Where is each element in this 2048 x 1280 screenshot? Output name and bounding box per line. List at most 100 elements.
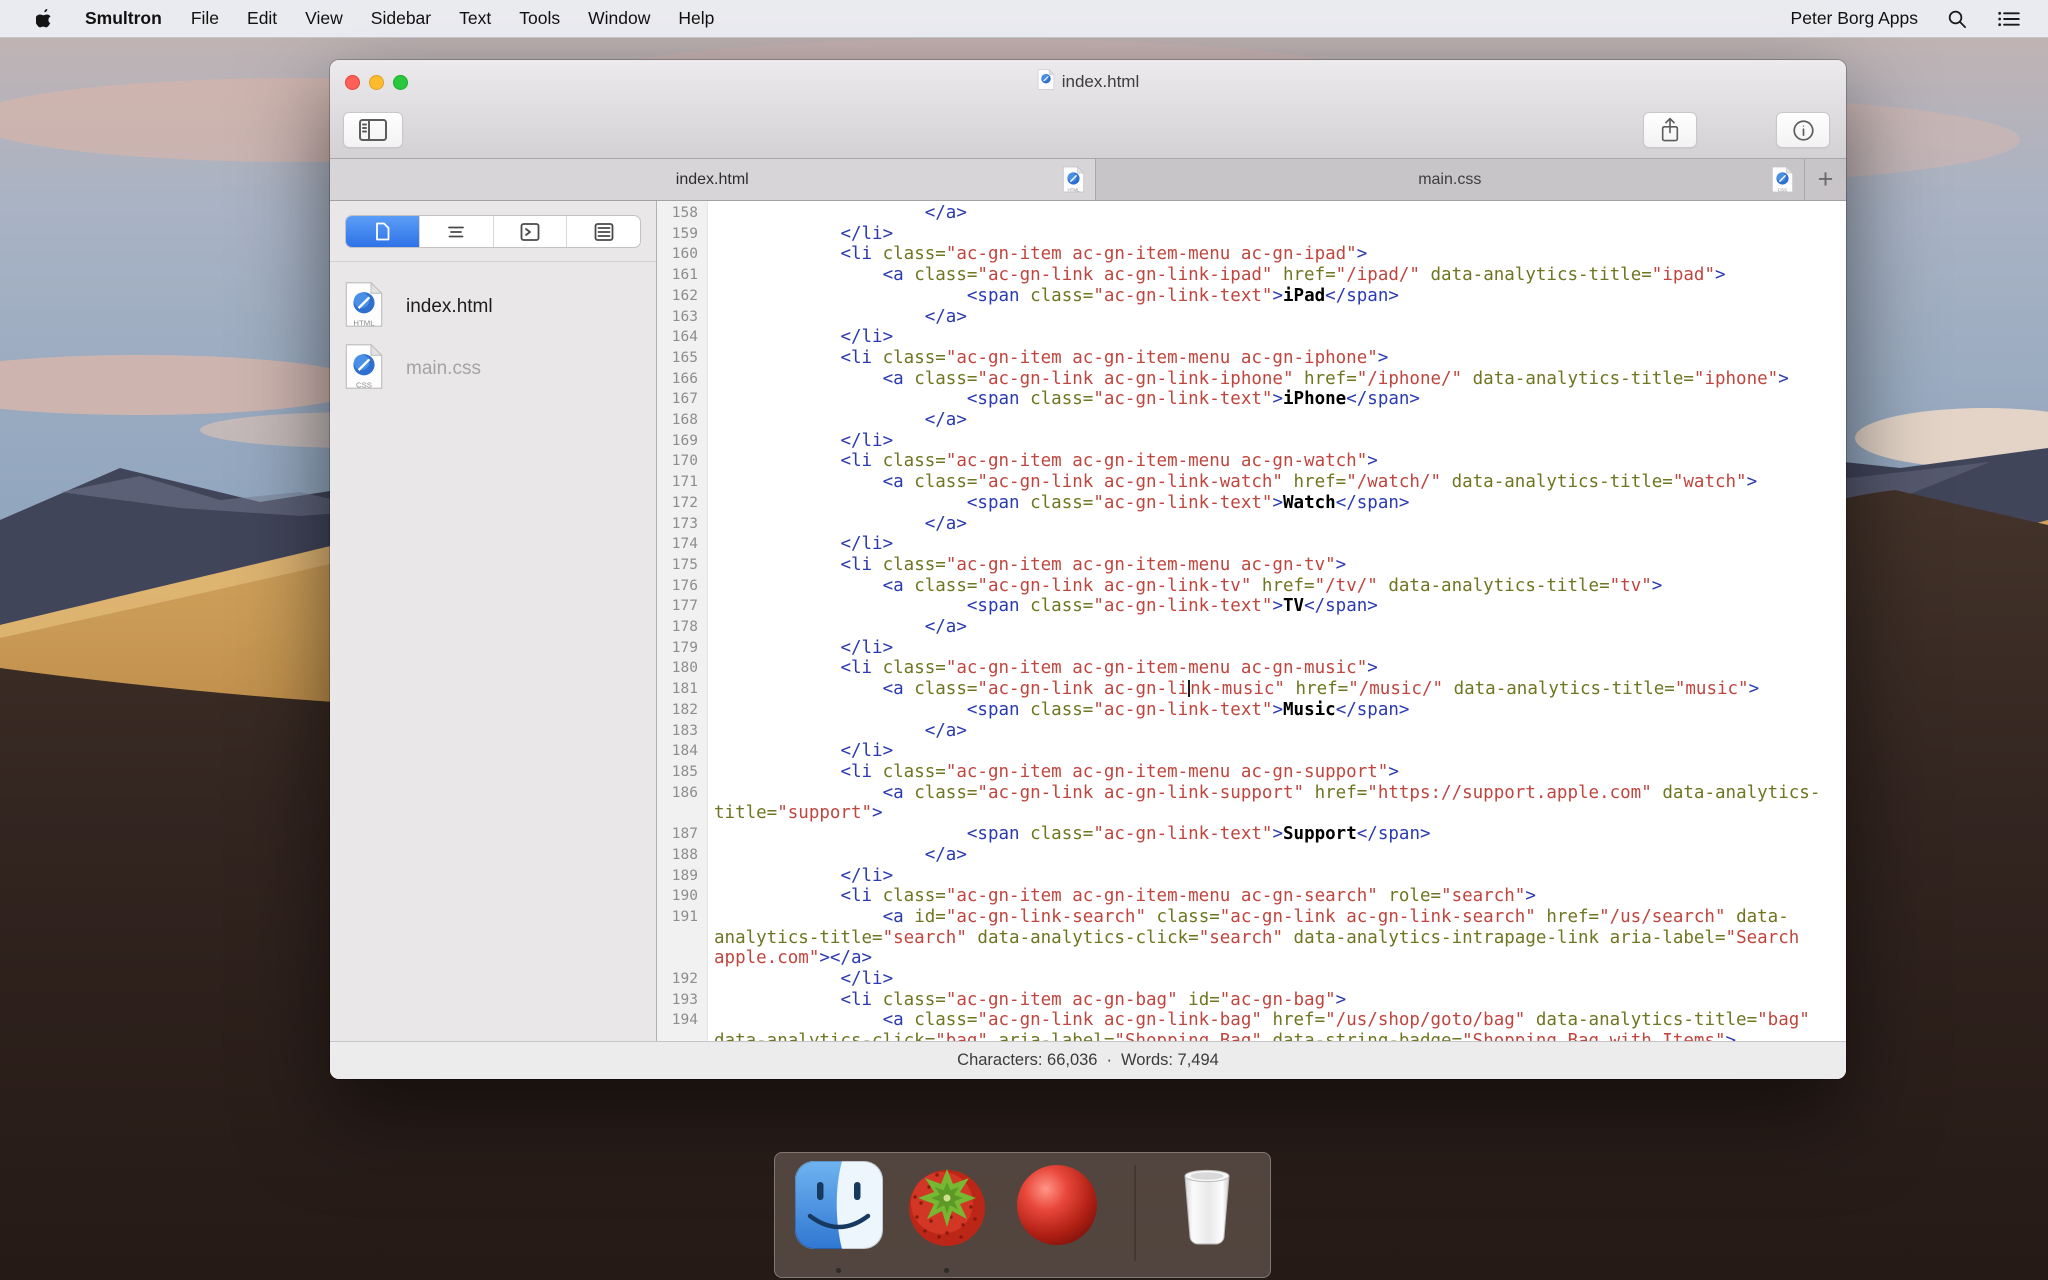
sidebar-mode-text-lines-icon[interactable]: [420, 216, 494, 247]
menu-item-sidebar[interactable]: Sidebar: [357, 0, 445, 37]
sidebar-mode-switcher: [345, 215, 641, 248]
line-number: 165: [671, 349, 698, 366]
code-line: 185 <li class="ac-gn-item ac-gn-item-men…: [657, 762, 1846, 783]
code-line: 164 </li>: [657, 327, 1846, 348]
code-segment: <a: [882, 906, 904, 927]
red-ball-dock-icon[interactable]: [1013, 1161, 1101, 1249]
code-segment: <li: [840, 658, 873, 679]
zoom-button[interactable]: [393, 75, 408, 90]
code-segment: "iphone": [1693, 368, 1779, 389]
code-line: 177 <span class="ac-gn-link-text">TV</sp…: [657, 596, 1846, 617]
code-segment: <a: [882, 368, 904, 389]
code-text: </li>: [714, 638, 1824, 659]
menu-item-edit[interactable]: Edit: [233, 0, 291, 37]
code-segment: >: [1726, 1031, 1737, 1041]
code-segment: <span: [966, 824, 1020, 845]
code-segment: "search": [1198, 927, 1283, 948]
sidebar-mode-commands-icon[interactable]: [494, 216, 568, 247]
code-segment: >: [1748, 679, 1760, 700]
menu-item-view[interactable]: View: [291, 0, 357, 37]
code-segment: "ac-gn-link ac-gn-link-ipad": [977, 265, 1273, 286]
code-segment: >: [1651, 575, 1663, 596]
code-text: <span class="ac-gn-link-text">iPad</span…: [714, 286, 1824, 307]
tab-main-css[interactable]: main.css CSS: [1094, 159, 1805, 200]
tab-index-html[interactable]: index.html HTML: [330, 159, 1095, 200]
line-number: 186: [671, 784, 698, 801]
code-line: 165 <li class="ac-gn-item ac-gn-item-men…: [657, 348, 1846, 369]
strawberry-smultron-dock-icon[interactable]: [903, 1161, 991, 1249]
code-segment: class=: [1030, 699, 1094, 720]
code-segment: class=: [882, 761, 946, 782]
code-editor[interactable]: 158 </a> 159 </li> 160 <li class="ac-gn-it…: [657, 201, 1846, 1041]
trash-dock-icon[interactable]: [1163, 1161, 1251, 1249]
document-proxy-icon[interactable]: [1037, 69, 1055, 95]
code-text: </li>: [714, 431, 1824, 452]
menu-item-window[interactable]: Window: [574, 0, 664, 37]
list-icon[interactable]: [1996, 8, 2022, 30]
window-title-group: index.html: [1037, 69, 1139, 95]
code-line: 170 <li class="ac-gn-item ac-gn-item-men…: [657, 451, 1846, 472]
file-item-main-css[interactable]: CSS main.css: [330, 338, 656, 400]
code-segment: "watch": [1672, 472, 1747, 493]
new-tab-button[interactable]: +: [1804, 159, 1846, 200]
line-number: 188: [671, 846, 698, 863]
sidebar-mode-notes-icon[interactable]: [567, 216, 640, 247]
info-button[interactable]: [1776, 112, 1830, 148]
menu-extra-label[interactable]: Peter Borg Apps: [1791, 8, 1918, 29]
code-segment: id=: [914, 906, 946, 927]
toggle-sidebar-button[interactable]: [343, 112, 403, 148]
code-segment: </li>: [840, 969, 894, 990]
apple-menu-icon[interactable]: [20, 8, 70, 29]
code-segment: data-analytics-title=: [1535, 1010, 1758, 1031]
code-segment: <li: [840, 886, 873, 907]
code-segment: "bag": [1757, 1010, 1810, 1031]
svg-text:CSS: CSS: [356, 381, 372, 390]
title-bar[interactable]: index.html: [330, 60, 1846, 104]
code-segment: class=: [1030, 285, 1094, 306]
status-separator: ·: [1106, 1051, 1113, 1069]
menu-bar-menus: Smultron File Edit View Sidebar Text Tools Wind…: [0, 0, 728, 37]
line-number: 192: [671, 971, 698, 988]
sidebar-mode-documents-icon[interactable]: [346, 216, 420, 247]
file-item-index-html[interactable]: HTML index.html: [330, 276, 656, 338]
menu-item-file[interactable]: File: [177, 0, 233, 37]
code-segment: "search": [882, 927, 967, 948]
finder-dock-icon[interactable]: [795, 1161, 883, 1249]
code-segment: </span>: [1346, 389, 1420, 410]
code-segment: href=: [1295, 679, 1349, 700]
code-segment: TV: [1283, 596, 1305, 617]
line-number: 172: [671, 494, 698, 511]
code-text: </a>: [714, 410, 1824, 431]
code-segment: data-analytics-title=: [1451, 472, 1673, 493]
close-button[interactable]: [345, 75, 360, 90]
document-icon: HTML: [344, 281, 384, 333]
menu-item-tools[interactable]: Tools: [505, 0, 574, 37]
code-text: </li>: [714, 741, 1824, 762]
smultron-running-indicator: [944, 1268, 949, 1273]
menu-bar-status: Peter Borg Apps: [1791, 8, 2048, 30]
code-segment: </li>: [840, 223, 894, 244]
menu-item-smultron[interactable]: Smultron: [70, 0, 177, 37]
code-text: </li>: [714, 224, 1824, 245]
minimize-button[interactable]: [369, 75, 384, 90]
code-segment: <span: [966, 285, 1020, 306]
line-number: 164: [671, 329, 698, 346]
code-line: 169 </li>: [657, 431, 1846, 452]
menu-item-help[interactable]: Help: [664, 0, 728, 37]
code-text: <span class="ac-gn-link-text">Watch</spa…: [714, 493, 1824, 514]
share-button[interactable]: [1643, 112, 1697, 148]
code-text: <span class="ac-gn-link-text">iPhone</sp…: [714, 389, 1824, 410]
search-icon[interactable]: [1946, 8, 1968, 30]
menu-item-text[interactable]: Text: [445, 0, 505, 37]
